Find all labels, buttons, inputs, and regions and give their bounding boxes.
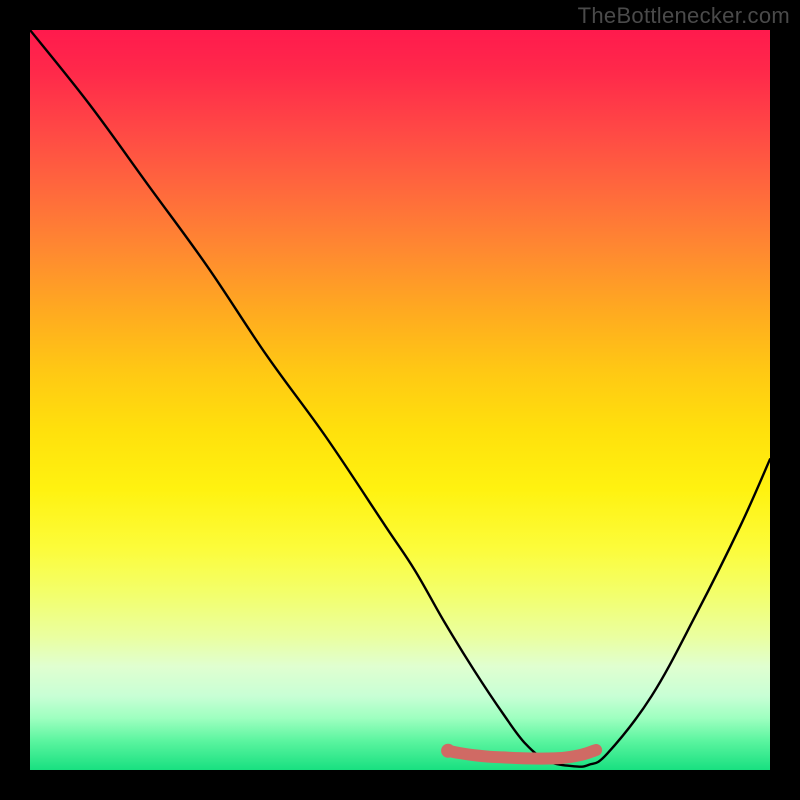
plot-area [30,30,770,770]
bottleneck-curve-line [30,30,770,767]
watermark-text: TheBottlenecker.com [578,3,790,29]
chart-frame: TheBottlenecker.com [0,0,800,800]
optimal-zone-line [448,750,596,759]
optimal-zone-start-marker-icon [441,744,455,758]
chart-svg [30,30,770,770]
